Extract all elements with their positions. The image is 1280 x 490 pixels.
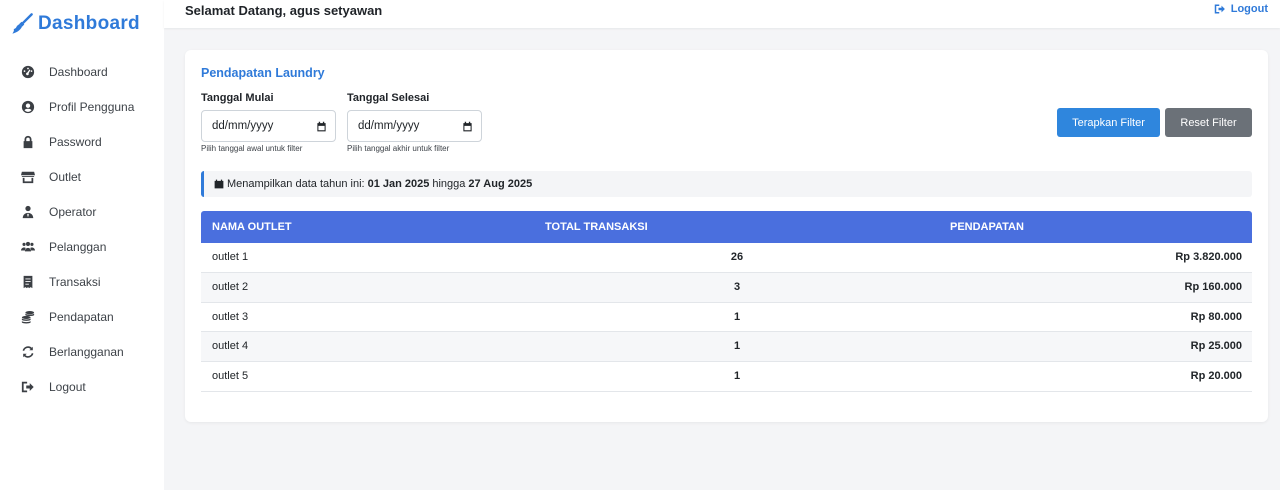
sidebar-item-pendapatan[interactable]: Pendapatan xyxy=(0,299,164,334)
tachometer-icon xyxy=(21,65,35,79)
cell-income: Rp 25.000 xyxy=(1190,340,1242,353)
info-prefix: Menampilkan data tahun ini: xyxy=(227,178,365,190)
calendar-icon xyxy=(214,179,224,189)
lock-icon xyxy=(21,135,35,149)
sidebar-item-label: Pendapatan xyxy=(49,309,114,324)
coins-icon xyxy=(21,310,35,324)
sidebar: Dashboard Dashboard Profil Pengguna Pass… xyxy=(0,0,164,490)
table-row: outlet 1 26 Rp 3.820.000 xyxy=(201,243,1252,273)
table-row: outlet 5 1 Rp 20.000 xyxy=(201,362,1252,392)
sidebar-item-label: Outlet xyxy=(49,169,82,184)
column-header-income: PENDAPATAN xyxy=(950,221,1024,233)
date-range-info: Menampilkan data tahun ini: 01 Jan 2025 … xyxy=(201,171,1252,197)
sidebar-item-profil-pengguna[interactable]: Profil Pengguna xyxy=(0,89,164,124)
calendar-icon[interactable] xyxy=(462,121,473,132)
sidebar-item-outlet[interactable]: Outlet xyxy=(0,159,164,194)
cell-income: Rp 3.820.000 xyxy=(1175,251,1242,263)
sidebar-item-label: Pelanggan xyxy=(49,239,107,254)
column-header-outlet: NAMA OUTLET xyxy=(212,221,292,233)
sync-icon xyxy=(21,345,35,359)
column-header-transactions: TOTAL TRANSAKSI xyxy=(545,221,648,233)
sidebar-item-label: Transaksi xyxy=(49,274,101,289)
start-date-help: Pilih tanggal awal untuk filter xyxy=(201,144,303,153)
table-row: outlet 3 1 Rp 80.000 xyxy=(201,303,1252,333)
broom-icon xyxy=(12,13,33,34)
sidebar-item-logout[interactable]: Logout xyxy=(0,369,164,404)
info-to-date: 27 Aug 2025 xyxy=(468,178,533,190)
cell-transaction-count: 1 xyxy=(733,340,741,353)
sidebar-item-label: Operator xyxy=(49,204,97,219)
cell-outlet-name: outlet 3 xyxy=(212,310,249,323)
sign-out-icon xyxy=(1214,4,1225,14)
sidebar-item-label: Dashboard xyxy=(49,64,108,79)
welcome-text: Selamat Datang, agus setyawan xyxy=(185,3,383,18)
table-header: NAMA OUTLET TOTAL TRANSAKSI PENDAPATAN xyxy=(201,211,1252,243)
apply-filter-button[interactable]: Terapkan Filter xyxy=(1057,108,1160,137)
reset-filter-button[interactable]: Reset Filter xyxy=(1165,108,1252,137)
cell-transaction-count: 1 xyxy=(733,310,741,323)
logout-label: Logout xyxy=(1230,3,1268,15)
sidebar-item-berlangganan[interactable]: Berlangganan xyxy=(0,334,164,369)
sign-out-icon xyxy=(21,380,35,394)
sidebar-item-label: Profil Pengguna xyxy=(49,99,135,114)
end-date-help: Pilih tanggal akhir untuk filter xyxy=(347,144,450,153)
logout-link[interactable]: Logout xyxy=(1214,3,1268,15)
card-title: Pendapatan Laundry xyxy=(201,66,325,80)
end-date-value: dd/mm/yyyy xyxy=(358,120,420,132)
users-icon xyxy=(21,240,35,254)
cell-transaction-count: 1 xyxy=(733,370,741,383)
user-circle-icon xyxy=(21,100,35,114)
cell-income: Rp 80.000 xyxy=(1190,310,1242,323)
table-row: outlet 4 1 Rp 25.000 xyxy=(201,332,1252,363)
cell-income: Rp 20.000 xyxy=(1190,370,1242,383)
income-card: Pendapatan Laundry Tanggal Mulai dd/mm/y… xyxy=(185,50,1268,422)
receipt-icon xyxy=(21,275,35,289)
cell-outlet-name: outlet 4 xyxy=(212,340,249,353)
cell-outlet-name: outlet 1 xyxy=(212,251,249,263)
sidebar-item-dashboard[interactable]: Dashboard xyxy=(0,54,164,89)
sidebar-item-password[interactable]: Password xyxy=(0,124,164,159)
table-row: outlet 2 3 Rp 160.000 xyxy=(201,272,1252,303)
brand-title: Dashboard xyxy=(38,13,140,34)
income-table: NAMA OUTLET TOTAL TRANSAKSI PENDAPATAN o… xyxy=(201,211,1252,392)
sidebar-item-pelanggan[interactable]: Pelanggan xyxy=(0,229,164,264)
cell-transaction-count: 3 xyxy=(733,280,741,293)
sidebar-item-label: Password xyxy=(49,134,102,149)
sidebar-item-transaksi[interactable]: Transaksi xyxy=(0,264,164,299)
sidebar-item-operator[interactable]: Operator xyxy=(0,194,164,229)
cell-transaction-count: 26 xyxy=(730,251,744,263)
start-date-input[interactable]: dd/mm/yyyy xyxy=(201,110,336,142)
cell-outlet-name: outlet 5 xyxy=(212,370,249,383)
start-date-value: dd/mm/yyyy xyxy=(212,120,274,132)
store-icon xyxy=(21,170,35,184)
calendar-icon[interactable] xyxy=(316,121,327,132)
sidebar-nav: Dashboard Profil Pengguna Password Outle… xyxy=(0,54,164,404)
topbar: Selamat Datang, agus setyawan Logout xyxy=(164,0,1280,28)
info-from-date: 01 Jan 2025 xyxy=(367,178,430,190)
cell-income: Rp 160.000 xyxy=(1184,280,1242,293)
sidebar-item-label: Berlangganan xyxy=(49,344,124,359)
user-tie-icon xyxy=(21,205,35,219)
table-body: outlet 1 26 Rp 3.820.000 outlet 2 3 Rp 1… xyxy=(201,243,1252,392)
end-date-input[interactable]: dd/mm/yyyy xyxy=(347,110,482,142)
cell-outlet-name: outlet 2 xyxy=(212,280,249,293)
brand[interactable]: Dashboard xyxy=(11,11,140,37)
start-date-label: Tanggal Mulai xyxy=(201,92,274,104)
sidebar-item-label: Logout xyxy=(49,379,86,394)
end-date-label: Tanggal Selesai xyxy=(347,92,430,104)
info-mid: hingga xyxy=(432,178,466,190)
